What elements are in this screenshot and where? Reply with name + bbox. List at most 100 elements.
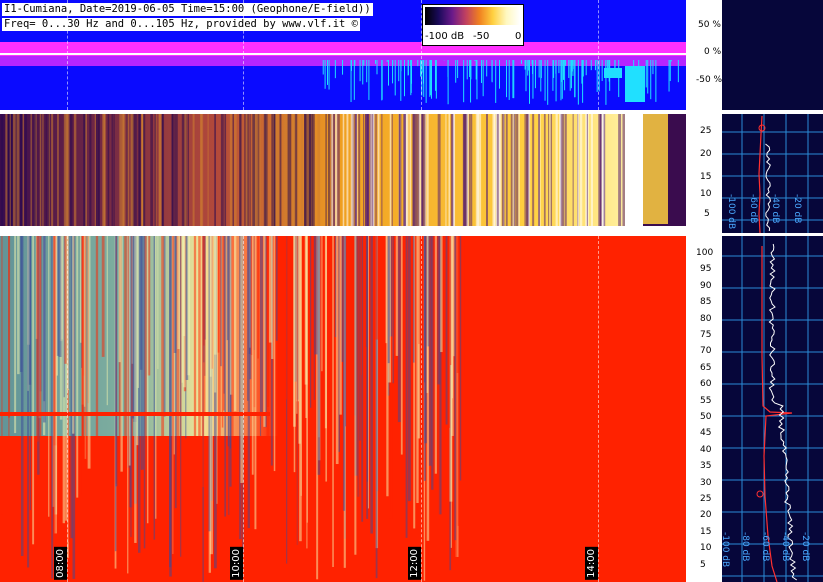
texture-stroke — [325, 114, 327, 226]
texture-stroke — [564, 114, 567, 226]
texture-stroke — [590, 114, 594, 226]
colorbar: -100 dB -50 0 — [422, 4, 524, 46]
texture-stroke — [260, 236, 263, 412]
texture-stroke — [406, 114, 409, 226]
texture-stroke — [137, 236, 140, 388]
texture-stroke — [354, 236, 357, 555]
texture-stroke — [424, 114, 426, 226]
texture-stroke — [486, 114, 488, 226]
texture-stroke — [450, 236, 452, 366]
bot-axis-label: 75 — [700, 330, 712, 340]
texture-stroke — [426, 114, 429, 226]
texture-stroke — [423, 236, 426, 383]
texture-stroke — [346, 114, 349, 226]
bot-axis-label: 95 — [700, 264, 712, 275]
texture-stroke — [1, 236, 3, 515]
texture-stroke — [452, 114, 456, 226]
texture-stroke — [618, 114, 622, 226]
texture-stroke — [119, 114, 122, 226]
texture-stroke — [173, 114, 175, 226]
texture-stroke — [107, 114, 110, 226]
bot-axis: 100 95 90 85 80 75 70 65 60 55 50 45 40 35 30 25 20 15 10 5 — [686, 236, 720, 582]
texture-stroke — [150, 114, 153, 226]
texture-stroke — [155, 236, 157, 519]
texture-stroke — [89, 114, 92, 226]
texture-stroke — [229, 114, 233, 226]
texture-stroke — [464, 114, 467, 226]
texture-stroke — [572, 114, 574, 226]
texture-stroke — [12, 114, 16, 226]
texture-stroke — [467, 236, 471, 509]
texture-stroke — [526, 114, 528, 226]
mid-axis: 25 20 15 10 5 — [686, 114, 720, 233]
grid-line — [243, 0, 244, 110]
texture-stroke — [543, 114, 546, 226]
texture-stroke — [9, 114, 11, 226]
bot-axis-label: 55 — [700, 395, 712, 406]
texture-stroke — [171, 236, 175, 578]
texture-stroke — [586, 114, 588, 226]
texture-stroke — [277, 114, 279, 226]
texture-stroke — [22, 114, 24, 226]
texture-stroke — [14, 236, 17, 434]
texture-stroke — [561, 114, 565, 226]
texture-stroke — [266, 236, 270, 561]
texture-stroke — [174, 114, 178, 226]
texture-stroke — [434, 236, 437, 474]
texture-stroke — [470, 114, 473, 226]
bot-axis-label: 25 — [700, 494, 712, 504]
texture-stroke — [72, 236, 75, 434]
texture-stroke — [240, 114, 242, 226]
texture-stroke — [308, 114, 311, 226]
texture-stroke — [95, 114, 99, 226]
side-spectrum-high-graphic — [722, 236, 823, 582]
texture-stroke — [395, 236, 399, 356]
texture-stroke — [122, 114, 124, 226]
spectrogram-high-graphic — [0, 236, 686, 582]
texture-stroke — [413, 114, 417, 226]
texture-stroke — [466, 114, 469, 226]
texture-stroke — [306, 236, 308, 523]
texture-stroke — [309, 236, 312, 408]
texture-stroke — [234, 114, 237, 226]
texture-stroke — [363, 114, 365, 226]
bot-axis-label: 80 — [700, 313, 712, 324]
bot-axis-label: 45 — [700, 428, 712, 439]
texture-stroke — [187, 114, 189, 226]
texture-stroke — [251, 236, 254, 475]
side-low-label: -40 dB — [770, 194, 780, 224]
texture-stroke — [193, 236, 197, 533]
texture-stroke — [339, 236, 342, 415]
texture-stroke — [437, 114, 441, 226]
texture-stroke — [142, 114, 146, 226]
texture-stroke — [279, 114, 282, 226]
texture-stroke — [516, 114, 519, 226]
texture-stroke — [412, 236, 415, 363]
texture-stroke — [416, 236, 419, 503]
texture-stroke — [448, 114, 451, 226]
bot-axis-label: 15 — [700, 526, 712, 537]
side-high-label: -60 dB — [760, 532, 770, 562]
texture-stroke — [366, 236, 368, 482]
texture-stroke — [130, 114, 134, 226]
colorbar-label-min: -100 dB — [425, 31, 465, 42]
header-line-2: Freq= 0...30 Hz and 0...105 Hz, provided… — [2, 18, 361, 31]
time-label: 14:00 — [585, 547, 598, 580]
bot-axis-label: 85 — [700, 297, 712, 308]
texture-stroke — [217, 236, 221, 560]
texture-stroke — [327, 236, 330, 579]
bot-axis-label: 30 — [700, 477, 712, 488]
texture-stroke — [5, 114, 8, 226]
texture-stroke — [314, 236, 318, 355]
spectrogram-low-graphic — [0, 114, 686, 233]
texture-stroke — [518, 114, 520, 226]
texture-stroke — [221, 236, 224, 428]
texture-stroke — [181, 114, 185, 226]
texture-stroke — [58, 236, 62, 357]
grid-line — [598, 0, 599, 110]
texture-stroke — [433, 236, 435, 578]
texture-stroke — [214, 114, 216, 226]
bot-axis-label: 40 — [700, 444, 712, 455]
top-axis-label: -50 % — [696, 75, 723, 85]
texture-stroke — [169, 236, 172, 577]
